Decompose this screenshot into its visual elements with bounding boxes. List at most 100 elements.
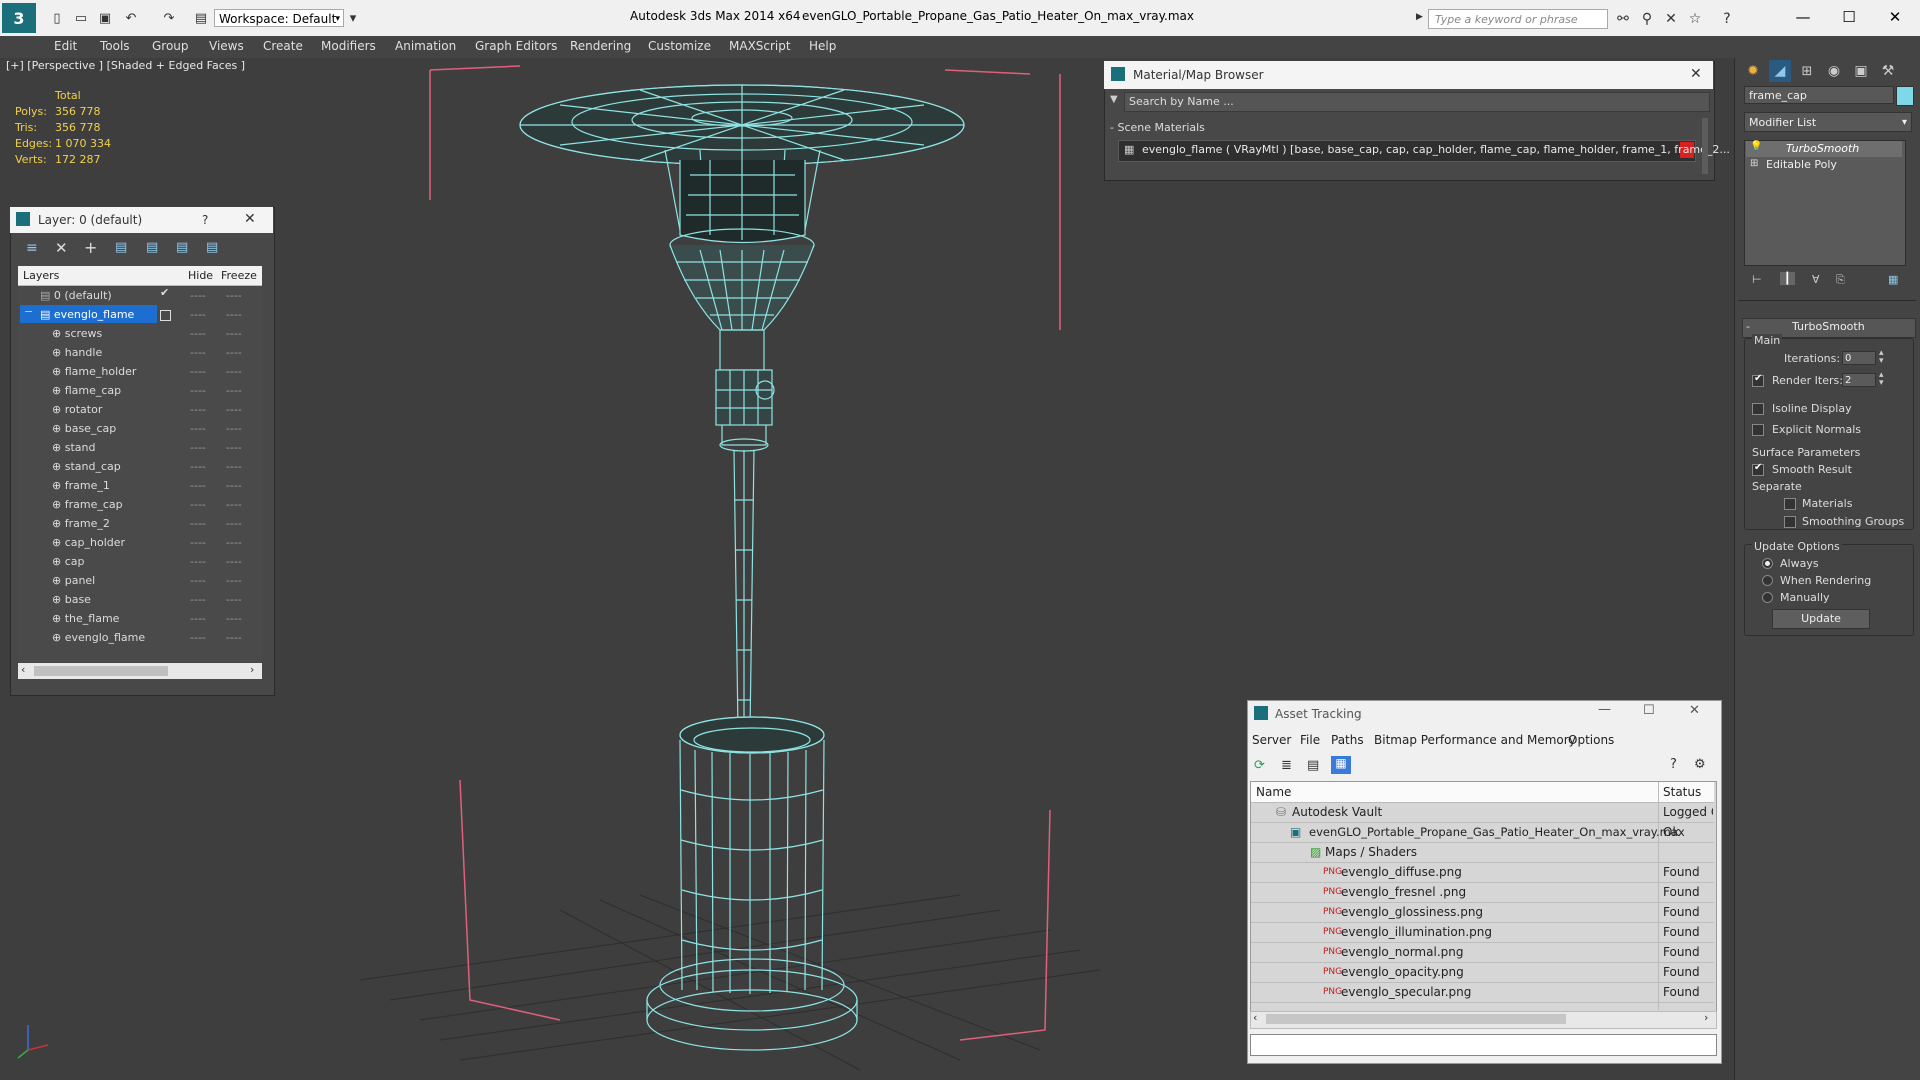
menu-animation[interactable]: Animation bbox=[395, 39, 456, 53]
search-options-icon[interactable]: ▼ bbox=[1110, 94, 1118, 105]
when-rendering-radio[interactable] bbox=[1762, 575, 1773, 589]
asset-row-map[interactable]: PNG evenglo_illumination.png Found bbox=[1251, 923, 1714, 943]
always-radio[interactable] bbox=[1762, 558, 1773, 572]
menu-customize[interactable]: Customize bbox=[648, 39, 711, 53]
render-iters-checkbox[interactable]: ✔ bbox=[1752, 373, 1764, 390]
hide-freeze-cell[interactable]: ---- ---- bbox=[190, 286, 250, 305]
hide-freeze-cell[interactable]: ---- ---- bbox=[190, 533, 250, 552]
col-layers[interactable]: Layers bbox=[23, 269, 59, 282]
menu-views[interactable]: Views bbox=[209, 39, 244, 53]
smoothing-groups-checkbox[interactable] bbox=[1784, 516, 1796, 531]
hide-freeze-cell[interactable]: ---- ---- bbox=[190, 628, 250, 647]
layer-object-stand[interactable]: ⊕ stand bbox=[52, 438, 95, 457]
active-layer-check-icon[interactable]: ✔ bbox=[160, 286, 169, 299]
asset-scroll-left-icon[interactable]: ‹ bbox=[1253, 1011, 1257, 1024]
menu-help[interactable]: Help bbox=[809, 39, 836, 53]
asset-menu-server[interactable]: Server bbox=[1252, 733, 1291, 747]
collapse-icon[interactable]: − bbox=[24, 305, 33, 318]
hide-freeze-cell[interactable]: ---- ---- bbox=[190, 495, 250, 514]
asset-close-icon[interactable]: ✕ bbox=[1689, 703, 1700, 718]
pin-stack-icon[interactable]: ⊢ bbox=[1752, 273, 1762, 286]
select-in-layer-icon[interactable]: ▤ bbox=[115, 240, 127, 255]
asset-menu-bitmap-performance[interactable]: Bitmap Performance and Memory bbox=[1374, 733, 1576, 747]
hide-freeze-cell[interactable]: ---- ---- bbox=[190, 343, 250, 362]
object-name-field[interactable]: frame_cap bbox=[1744, 86, 1894, 104]
layer-object-panel[interactable]: ⊕ panel bbox=[52, 571, 95, 590]
col-status[interactable]: Status bbox=[1663, 785, 1701, 799]
communication-icon[interactable]: ✕ bbox=[1662, 10, 1680, 28]
asset-help-icon[interactable]: ? bbox=[1670, 757, 1677, 772]
layer-close-icon[interactable]: ✕ bbox=[244, 211, 256, 227]
asset-row-map[interactable]: PNG evenglo_diffuse.png Found bbox=[1251, 863, 1714, 883]
undo-icon[interactable]: ↶ bbox=[122, 9, 140, 27]
minimize-icon[interactable]: — bbox=[1780, 4, 1826, 30]
render-iters-spinner-arrows-icon[interactable]: ▴ ▾ bbox=[1879, 371, 1884, 388]
layer-object-frame-1[interactable]: ⊕ frame_1 bbox=[52, 476, 110, 495]
layer-object-evenglo-flame[interactable]: ⊕ evenglo_flame bbox=[52, 628, 145, 647]
material-browser-scrollbar[interactable] bbox=[1702, 118, 1708, 174]
asset-maximize-icon[interactable]: ☐ bbox=[1643, 703, 1655, 718]
layer-object-frame-cap[interactable]: ⊕ frame_cap bbox=[52, 495, 123, 514]
create-tab-sun-icon[interactable]: ✹ bbox=[1742, 60, 1764, 82]
material-browser-close-icon[interactable]: ✕ bbox=[1690, 66, 1702, 82]
menu-edit[interactable]: Edit bbox=[54, 39, 77, 53]
freeze-all-layers-icon[interactable]: ▤ bbox=[206, 240, 218, 255]
hide-freeze-cell[interactable]: ---- ---- bbox=[190, 400, 250, 419]
layer-object-the-flame[interactable]: ⊕ the_flame bbox=[52, 609, 119, 628]
light-bulb-icon[interactable]: 💡 bbox=[1750, 141, 1762, 152]
render-iters-spinner[interactable]: 2 bbox=[1842, 373, 1876, 387]
asset-row-map[interactable]: PNG evenglo_opacity.png Found bbox=[1251, 963, 1714, 983]
display-tab-icon[interactable]: ▣ bbox=[1850, 60, 1872, 82]
col-name[interactable]: Name bbox=[1256, 785, 1291, 799]
asset-row-map[interactable]: PNG evenglo_glossiness.png Found bbox=[1251, 903, 1714, 923]
smooth-result-checkbox[interactable]: ✔ bbox=[1752, 462, 1764, 479]
hide-freeze-cell[interactable]: ---- ---- bbox=[190, 419, 250, 438]
scroll-right-icon[interactable]: › bbox=[250, 663, 254, 676]
menu-rendering[interactable]: Rendering bbox=[570, 39, 631, 53]
hide-freeze-cell[interactable]: ---- ---- bbox=[190, 590, 250, 609]
layer-row-evenglo-flame[interactable]: ▤ evenglo_flame bbox=[40, 305, 134, 324]
hide-freeze-cell[interactable]: ---- ---- bbox=[190, 457, 250, 476]
manually-radio[interactable] bbox=[1762, 592, 1773, 606]
maximize-icon[interactable]: ☐ bbox=[1826, 4, 1872, 30]
iterations-spinner-arrows-icon[interactable]: ▴ ▾ bbox=[1879, 349, 1884, 366]
highlight-layer-icon[interactable]: ▤ bbox=[146, 240, 158, 255]
layer-object-screws[interactable]: ⊕ screws bbox=[52, 324, 102, 343]
motion-tab-icon[interactable]: ◉ bbox=[1823, 60, 1845, 82]
layer-object-base[interactable]: ⊕ base bbox=[52, 590, 91, 609]
hierarchy-tab-icon[interactable]: ⊞ bbox=[1796, 60, 1818, 82]
modifier-list-dropdown[interactable]: Modifier List ▾ bbox=[1744, 112, 1912, 132]
layer-help-icon[interactable]: ? bbox=[202, 213, 208, 227]
hide-freeze-cell[interactable]: ---- ---- bbox=[190, 324, 250, 343]
favorites-star-icon[interactable]: ☆ bbox=[1686, 10, 1704, 28]
make-unique-icon[interactable]: ∀ bbox=[1812, 273, 1820, 286]
project-folder-icon[interactable]: ▤ bbox=[192, 9, 210, 27]
app-logo-icon[interactable]: 3 bbox=[2, 3, 36, 33]
subscription-icon[interactable]: ⚲ bbox=[1638, 10, 1656, 28]
layer-row-0-default[interactable]: ▤ 0 (default) bbox=[40, 286, 112, 305]
asset-settings-icon[interactable]: ⚙ bbox=[1694, 757, 1706, 772]
asset-menu-paths[interactable]: Paths bbox=[1331, 733, 1364, 747]
workspace-dropdown[interactable]: Workspace: Default ▾ bbox=[214, 9, 344, 27]
delete-layer-icon[interactable]: ✕ bbox=[55, 239, 68, 257]
asset-path-field[interactable] bbox=[1250, 1034, 1717, 1056]
asset-row-maps-shaders[interactable]: ▨ Maps / Shaders bbox=[1251, 843, 1714, 863]
layer-manager-icon[interactable]: ≡ bbox=[26, 240, 38, 256]
show-end-result-icon[interactable]: ┃ bbox=[1780, 272, 1795, 285]
hide-freeze-cell[interactable]: ---- ---- bbox=[190, 438, 250, 457]
iterations-spinner[interactable]: 0 bbox=[1842, 351, 1876, 365]
update-button[interactable]: Update bbox=[1772, 609, 1870, 629]
scene-materials-section[interactable]: - Scene Materials bbox=[1110, 121, 1205, 134]
menu-create[interactable]: Create bbox=[263, 39, 303, 53]
asset-row-map[interactable]: PNG evenglo_specular.png Found bbox=[1251, 983, 1714, 1003]
list-view-icon[interactable]: ≣ bbox=[1281, 758, 1292, 773]
layer-object-handle[interactable]: ⊕ handle bbox=[52, 343, 102, 362]
current-layer-box-icon[interactable] bbox=[160, 310, 171, 321]
utilities-tab-icon[interactable]: ⚒ bbox=[1877, 60, 1899, 82]
isoline-checkbox[interactable] bbox=[1752, 403, 1764, 418]
help-icon[interactable]: ? bbox=[1718, 10, 1736, 28]
remove-modifier-icon[interactable]: ⎘ bbox=[1836, 273, 1845, 287]
open-file-icon[interactable]: ▭ bbox=[72, 9, 90, 27]
menu-graph-editors[interactable]: Graph Editors bbox=[475, 39, 557, 53]
asset-scroll-right-icon[interactable]: › bbox=[1704, 1011, 1708, 1024]
